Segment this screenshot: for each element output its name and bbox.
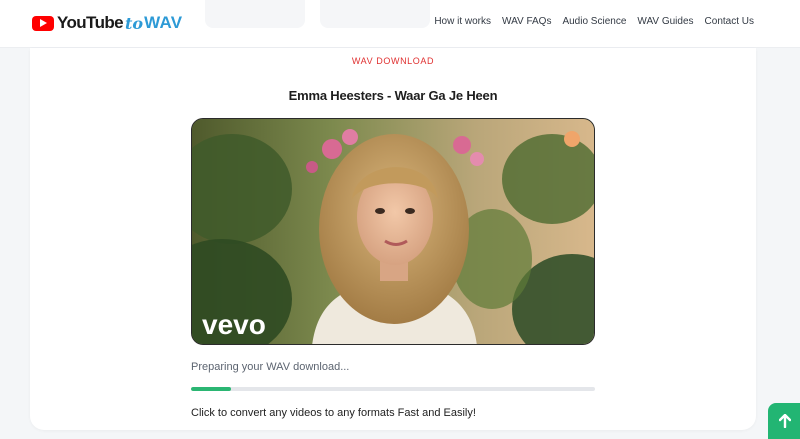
- header-ghost-tab: [320, 0, 430, 28]
- convert-cta-text: Click to convert any videos to any forma…: [191, 407, 476, 419]
- nav-contact-us[interactable]: Contact Us: [705, 16, 754, 27]
- video-thumbnail: vevo: [191, 118, 595, 345]
- logo-text-youtube: YouTube: [57, 13, 124, 32]
- download-status: Preparing your WAV download...: [191, 361, 350, 373]
- scroll-to-top-button[interactable]: [768, 403, 800, 439]
- nav-how-it-works[interactable]: How it works: [434, 16, 491, 27]
- main-nav: How it works WAV FAQs Audio Science WAV …: [423, 16, 754, 27]
- download-card: WAV DOWNLOAD Emma Heesters - Waar Ga Je …: [30, 48, 756, 430]
- download-progress-bar: [191, 387, 595, 391]
- section-eyebrow: WAV DOWNLOAD: [351, 56, 435, 66]
- page: YouTube to WAV How it works WAV FAQs Aud…: [0, 0, 800, 439]
- site-header: YouTube to WAV How it works WAV FAQs Aud…: [0, 0, 800, 48]
- video-title: Emma Heesters - Waar Ga Je Heen: [288, 88, 498, 103]
- header-ghost-tab: [205, 0, 305, 28]
- download-progress-fill: [191, 387, 232, 391]
- logo-text-to: to: [125, 13, 144, 33]
- nav-wav-faqs[interactable]: WAV FAQs: [502, 16, 551, 27]
- nav-wav-guides[interactable]: WAV Guides: [637, 16, 693, 27]
- arrow-up-icon: [779, 414, 791, 428]
- youtube-play-icon: [32, 15, 54, 31]
- site-logo[interactable]: YouTube to WAV: [32, 11, 182, 35]
- vevo-watermark: vevo: [202, 309, 266, 340]
- logo-text-wav: WAV: [144, 13, 183, 32]
- nav-audio-science[interactable]: Audio Science: [562, 16, 626, 27]
